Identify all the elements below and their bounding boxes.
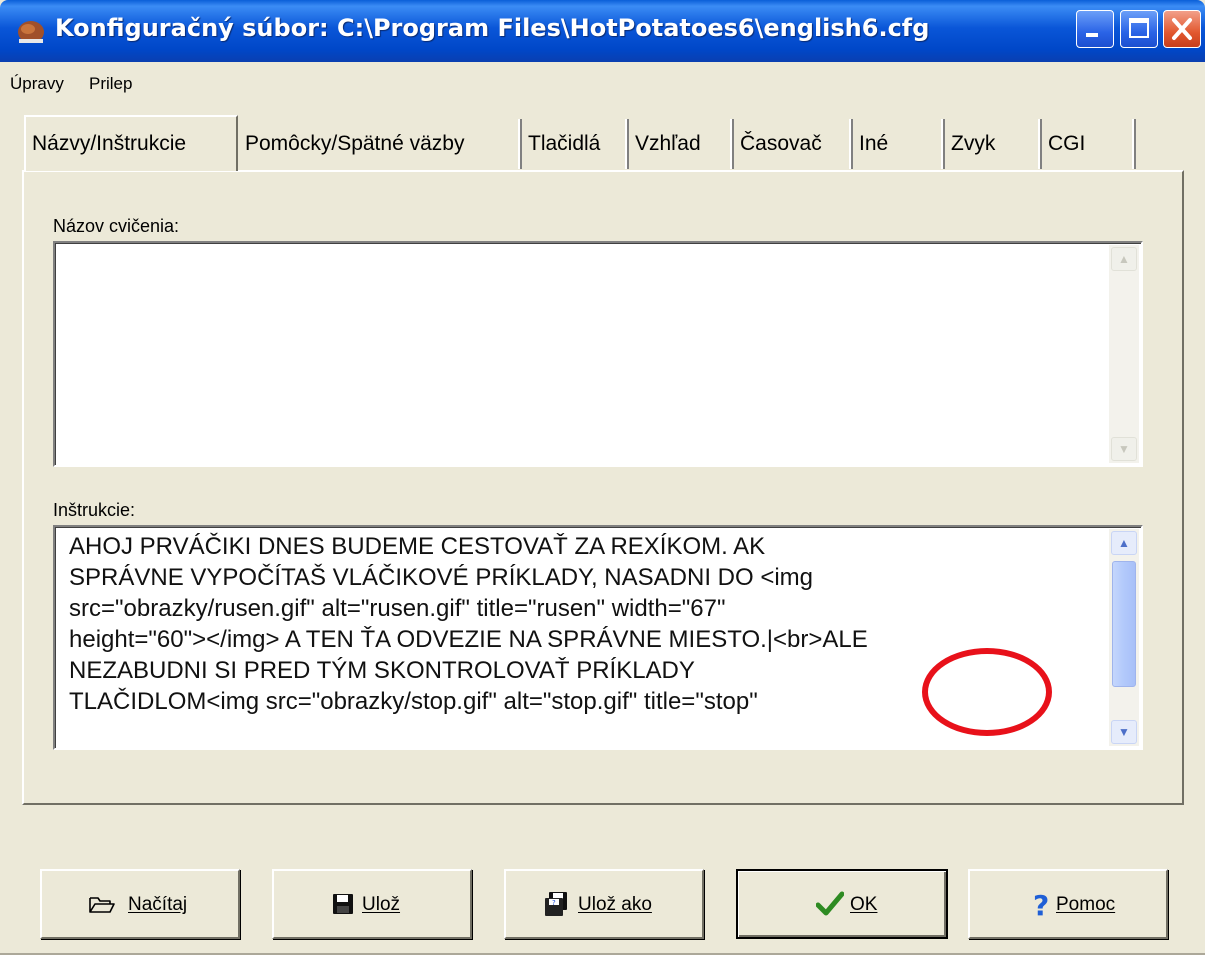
tab-casovac[interactable]: Časovač <box>734 119 851 169</box>
tab-tlacidla[interactable]: Tlačidlá <box>522 119 627 169</box>
tab-zvyk[interactable]: Zvyk <box>945 119 1040 169</box>
minimize-button[interactable] <box>1076 10 1114 48</box>
help-button[interactable]: ? Pomoc <box>968 869 1168 939</box>
title-scrollbar[interactable]: ▲ ▼ <box>1109 245 1139 463</box>
close-button[interactable] <box>1163 10 1201 48</box>
scroll-up-icon[interactable]: ▲ <box>1111 247 1137 271</box>
menu-bar: Úpravy Prilep <box>0 66 1205 98</box>
tab-cgi[interactable]: CGI <box>1042 119 1134 169</box>
scroll-down-icon[interactable]: ▼ <box>1111 720 1137 744</box>
menu-prilep[interactable]: Prilep <box>89 74 132 94</box>
ok-button-label: OK <box>850 894 878 915</box>
scroll-down-icon[interactable]: ▼ <box>1111 437 1137 461</box>
svg-text:?: ? <box>1033 892 1049 920</box>
ok-button[interactable]: OK <box>736 869 948 939</box>
open-folder-icon <box>89 897 115 913</box>
load-button[interactable]: Načítaj <box>40 869 240 939</box>
maximize-button[interactable] <box>1120 10 1158 48</box>
tab-pomocky-spatne-vazby[interactable]: Pomôcky/Spätné väzby <box>239 119 520 169</box>
tab-vzhlad[interactable]: Vzhľad <box>629 119 732 169</box>
menu-upravy[interactable]: Úpravy <box>10 74 64 94</box>
exercise-title-field[interactable]: ▲ ▼ <box>53 241 1143 467</box>
maximize-icon <box>1129 18 1149 38</box>
help-icon: ? <box>1033 892 1049 920</box>
tab-nazvy-instrukcie[interactable]: Názvy/Inštrukcie <box>24 115 238 171</box>
window-title: Konfiguračný súbor: C:\Program Files\Hot… <box>55 14 930 42</box>
instructions-label: Inštrukcie: <box>53 500 136 520</box>
save-as-icon: ? <box>545 892 567 916</box>
save-button[interactable]: Ulož <box>272 869 472 939</box>
annotation-circle <box>922 648 1052 736</box>
help-button-label: Pomoc <box>1056 894 1116 915</box>
hot-potatoes-icon <box>18 21 44 43</box>
floppy-disk-icon <box>333 894 353 914</box>
checkmark-icon <box>816 891 844 916</box>
save-as-button[interactable]: ? Ulož ako <box>504 869 704 939</box>
exercise-title-label: Názov cvičenia: <box>53 216 180 236</box>
close-icon <box>1172 18 1192 40</box>
save-as-button-label: Ulož ako <box>578 894 652 915</box>
instructions-scrollbar[interactable]: ▲ ▼ <box>1109 529 1139 746</box>
scroll-up-icon[interactable]: ▲ <box>1111 531 1137 555</box>
scroll-thumb[interactable] <box>1112 561 1136 687</box>
minimize-icon <box>1086 33 1098 37</box>
config-dialog: Konfiguračný súbor: C:\Program Files\Hot… <box>0 0 1205 955</box>
title-bar[interactable]: Konfiguračný súbor: C:\Program Files\Hot… <box>0 0 1205 62</box>
tab-ine[interactable]: Iné <box>853 119 943 169</box>
svg-text:?: ? <box>552 899 556 907</box>
load-button-label: Načítaj <box>128 894 188 915</box>
save-button-label: Ulož <box>362 894 401 915</box>
